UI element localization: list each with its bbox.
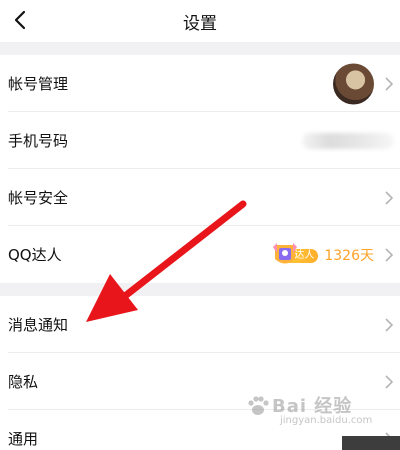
chevron-right-icon [385, 76, 394, 91]
row-label: 帐号管理 [8, 75, 69, 93]
chevron-right-icon [385, 190, 394, 205]
watermark: Bai 经验 jingyan.baidu.com [242, 392, 392, 432]
paw-icon [248, 396, 269, 415]
settings-row-message-notifications[interactable]: 消息通知 [0, 296, 400, 353]
daren-badge: 达人 [268, 242, 319, 265]
corner-overlay [342, 436, 400, 450]
row-label: QQ达人 [8, 246, 62, 264]
row-label: 帐号安全 [8, 189, 69, 207]
chevron-right-icon [385, 317, 394, 332]
row-label: 手机号码 [8, 132, 69, 150]
nav-bar: 设置 [0, 0, 400, 42]
settings-row-qq-daren[interactable]: QQ达人 达人 1326天 [0, 226, 400, 283]
watermark-url: jingyan.baidu.com [280, 415, 373, 426]
row-label: 消息通知 [8, 316, 69, 334]
section-gap [0, 283, 400, 296]
section-gap [0, 42, 400, 55]
daren-crest-icon [273, 242, 298, 263]
chevron-right-icon [385, 374, 394, 389]
settings-row-phone-number[interactable]: 手机号码 [0, 112, 400, 169]
row-label: 隐私 [8, 373, 39, 391]
daren-status: 达人 1326天 [268, 242, 374, 265]
back-button[interactable] [4, 4, 36, 36]
daren-days: 1326天 [324, 247, 374, 264]
settings-row-account-security[interactable]: 帐号安全 [0, 169, 400, 226]
row-label: 通用 [8, 430, 39, 448]
chevron-left-icon [14, 10, 26, 30]
blurred-phone-value [302, 132, 394, 149]
chevron-right-icon [385, 247, 394, 262]
settings-row-account-management[interactable]: 帐号管理 [0, 55, 400, 112]
page-title: 设置 [183, 13, 217, 34]
avatar [333, 63, 374, 104]
